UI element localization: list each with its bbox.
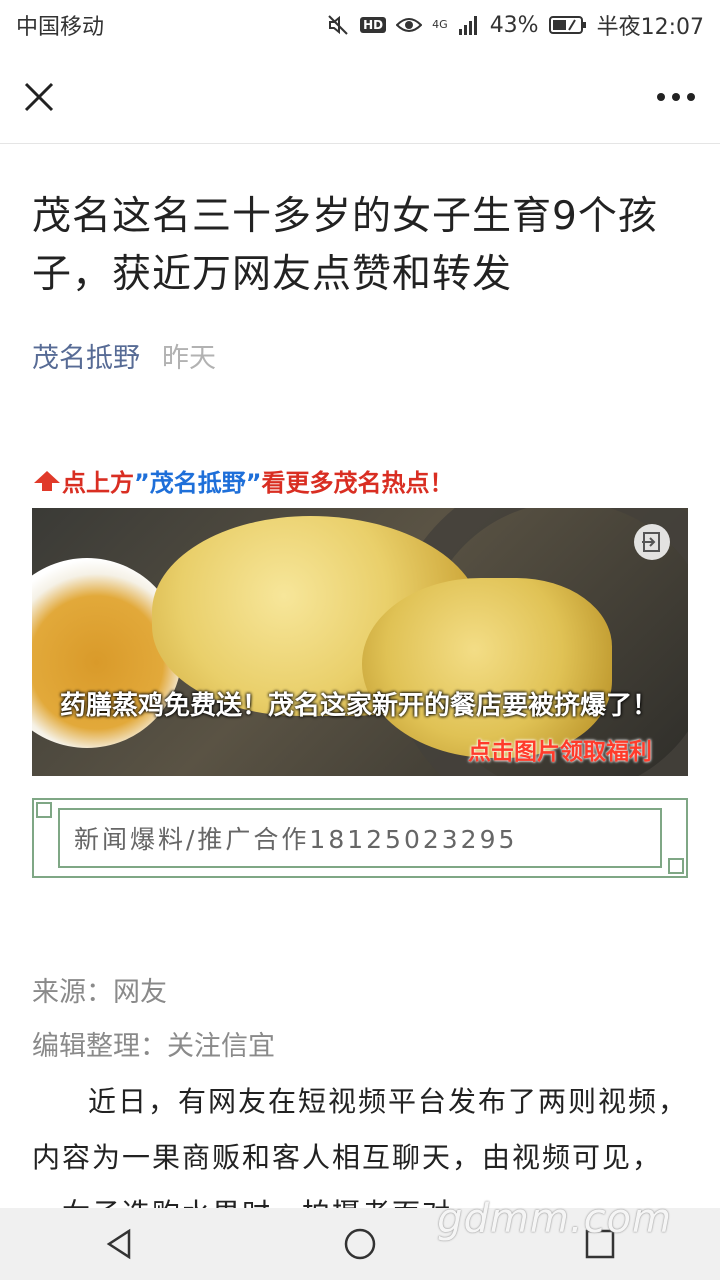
site-watermark: gdmm.com	[437, 1196, 672, 1242]
eye-icon	[396, 15, 423, 35]
status-icons: HD 4G 43% 半夜12:07	[326, 9, 704, 41]
banner-cta: 点击图片领取福利	[468, 739, 652, 765]
status-bar: 中国移动 HD 4G 43% 半夜12:07	[0, 0, 720, 50]
promo-account-name: ”茂名抵野”	[134, 469, 262, 497]
ad-banner-image[interactable]: 药膳蒸鸡免费送！茂名这家新开的餐店要被挤爆了！ 点击图片领取福利	[32, 508, 688, 776]
promo-prefix: 点上方	[62, 469, 134, 497]
article-title: 茂名这名三十多岁的女子生育9个孩子，获近万网友点赞和转发	[32, 194, 658, 297]
clock: 半夜12:07	[596, 15, 704, 40]
article-content: 茂名这名三十多岁的女子生育9个孩子，获近万网友点赞和转发 茂名抵野 昨天 点上方…	[32, 144, 688, 1242]
more-icon[interactable]	[656, 92, 696, 102]
red-arrow-up-icon	[32, 469, 62, 493]
promo-suffix: 看更多茂名热点！	[261, 469, 454, 497]
frame-corner	[668, 858, 684, 874]
signal-icon	[458, 15, 480, 35]
publish-date: 昨天	[162, 343, 216, 374]
steamed-chicken-second	[362, 578, 612, 758]
home-icon[interactable]	[343, 1227, 377, 1261]
banner-caption: 药膳蒸鸡免费送！茂名这家新开的餐店要被挤爆了！	[60, 691, 659, 721]
network-type: 4G	[432, 18, 448, 31]
hotline-box: 新闻爆料/推广合作18125023295	[32, 798, 688, 878]
battery-percent: 43%	[489, 12, 539, 38]
back-icon[interactable]	[103, 1227, 137, 1261]
follow-promo: 点上方 ”茂名抵野” 看更多茂名热点！	[32, 463, 688, 498]
hotline-text: 新闻爆料/推广合作18125023295	[58, 808, 662, 868]
battery-icon	[548, 15, 587, 35]
share-icon[interactable]	[634, 524, 670, 560]
editor-line: 编辑整理：关注信宜	[32, 1031, 275, 1062]
frame-corner	[36, 802, 52, 818]
article-meta: 茂名抵野 昨天	[32, 336, 688, 375]
close-icon[interactable]	[22, 80, 56, 114]
hd-badge: HD	[360, 17, 387, 33]
top-bar	[0, 50, 720, 144]
source-line: 来源：网友	[32, 977, 167, 1008]
author-link[interactable]: 茂名抵野	[32, 336, 140, 375]
carrier-label: 中国移动	[16, 15, 105, 40]
mute-icon	[326, 13, 350, 37]
